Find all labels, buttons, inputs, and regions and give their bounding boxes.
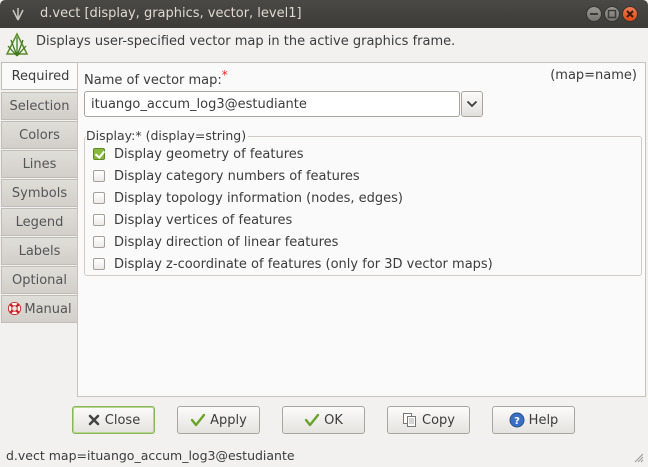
tab-optional[interactable]: Optional [1, 266, 78, 294]
display-options-group: Display geometry of features Display cat… [84, 136, 642, 276]
tab-legend[interactable]: Legend [1, 208, 78, 236]
option-display-direction[interactable]: Display direction of linear features [93, 232, 338, 252]
map-field-key: (map=name) [550, 68, 637, 83]
help-icon: ? [509, 412, 525, 428]
close-button[interactable]: Close [72, 406, 155, 434]
svg-text:?: ? [514, 416, 520, 427]
checkbox[interactable] [93, 258, 105, 270]
resize-grip-icon[interactable] [632, 451, 644, 463]
module-description-bar: Displays user-specified vector map in th… [0, 28, 648, 62]
checkbox-checked[interactable] [93, 148, 105, 160]
minimize-button[interactable] [586, 6, 602, 22]
option-display-z-coordinate[interactable]: Display z-coordinate of features (only f… [93, 254, 493, 274]
required-panel: Name of vector map:* (map=name) Display:… [77, 62, 646, 397]
option-display-topology[interactable]: Display topology information (nodes, edg… [93, 188, 403, 208]
apply-button[interactable]: Apply [177, 406, 260, 434]
checkmark-icon [190, 413, 206, 427]
tab-symbols[interactable]: Symbols [1, 179, 78, 207]
required-marker: * [221, 68, 228, 82]
option-display-category-numbers[interactable]: Display category numbers of features [93, 166, 360, 186]
help-button[interactable]: ? Help [492, 406, 575, 434]
option-display-geometry[interactable]: Display geometry of features [93, 144, 304, 164]
title-bar[interactable]: d.vect [display, graphics, vector, level… [0, 0, 648, 28]
lifebuoy-icon [8, 301, 22, 316]
grass-logo-icon [5, 32, 29, 57]
module-description: Displays user-specified vector map in th… [36, 34, 456, 49]
checkbox[interactable] [93, 170, 105, 182]
checkbox[interactable] [93, 192, 105, 204]
tab-selection[interactable]: Selection [1, 92, 78, 120]
checkbox[interactable] [93, 236, 105, 248]
close-x-icon [88, 414, 100, 426]
minimize-icon [590, 13, 598, 15]
tab-lines[interactable]: Lines [1, 150, 78, 178]
copy-icon [403, 413, 416, 427]
checkmark-icon [304, 413, 320, 427]
grass-app-icon [12, 8, 24, 21]
option-display-vertices[interactable]: Display vertices of features [93, 210, 292, 230]
maximize-button[interactable] [604, 6, 620, 22]
map-field-label: Name of vector map:* [84, 68, 228, 88]
tab-required[interactable]: Required [1, 62, 79, 90]
copy-button[interactable]: Copy [387, 406, 470, 434]
vector-map-combo[interactable] [84, 91, 460, 117]
close-window-button[interactable] [622, 6, 638, 22]
vector-map-dropdown-button[interactable] [461, 91, 483, 117]
tab-labels[interactable]: Labels [1, 237, 78, 265]
vector-map-input[interactable] [85, 92, 459, 116]
maximize-icon [607, 9, 617, 19]
command-preview: d.vect map=ituango_accum_log3@estudiante [6, 448, 295, 463]
chevron-down-icon [466, 100, 478, 108]
checkbox[interactable] [93, 214, 105, 226]
ok-button[interactable]: OK [282, 406, 365, 434]
status-bar: d.vect map=ituango_accum_log3@estudiante [0, 444, 648, 467]
tab-manual[interactable]: Manual [1, 295, 78, 323]
close-icon [626, 10, 634, 18]
display-group-title: Display:* (display=string) [86, 128, 249, 143]
window-title: d.vect [display, graphics, vector, level… [40, 6, 302, 21]
tab-colors[interactable]: Colors [1, 121, 78, 149]
